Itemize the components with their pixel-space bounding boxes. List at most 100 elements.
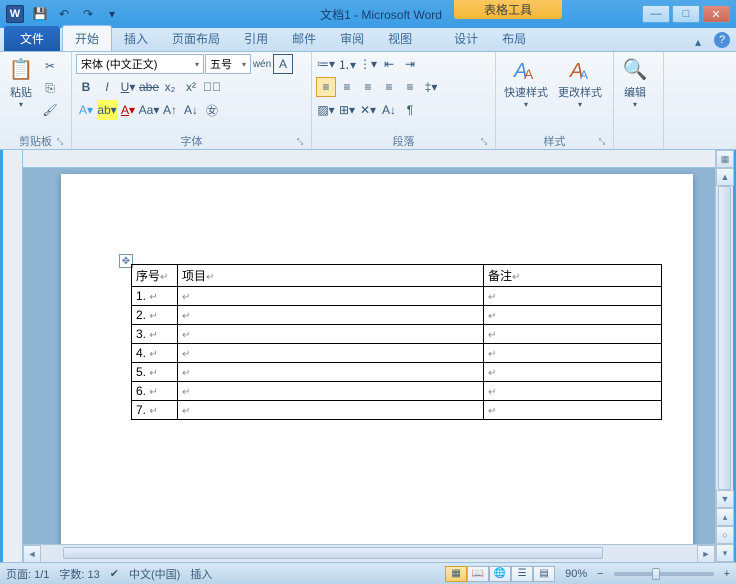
phonetic-guide-icon[interactable]: wén: [252, 54, 272, 74]
font-color-icon[interactable]: A▾: [118, 100, 138, 120]
change-styles-button[interactable]: AA 更改样式▾: [554, 54, 606, 111]
editing-group-label: [618, 133, 659, 149]
increase-indent-icon[interactable]: ⇥: [400, 54, 420, 74]
shrink-font-icon[interactable]: A↓: [181, 100, 201, 120]
redo-icon[interactable]: ↷: [78, 4, 98, 24]
status-wordcount[interactable]: 字数: 13: [59, 566, 99, 582]
undo-icon[interactable]: ↶: [54, 4, 74, 24]
scroll-up-icon[interactable]: ▲: [716, 168, 734, 186]
italic-button[interactable]: I: [97, 77, 117, 97]
multilevel-list-icon[interactable]: ⋮▾: [358, 54, 378, 74]
page[interactable]: ✥ 序号↵ 项目↵ 备注↵ 1. ↵↵↵ 2. ↵↵↵ 3. ↵↵↵ 4. ↵↵…: [61, 174, 693, 544]
change-case-icon[interactable]: Aa▾: [139, 100, 159, 120]
binoculars-icon: 🔍: [622, 56, 648, 82]
tab-references[interactable]: 引用: [232, 26, 280, 51]
clipboard-expand-icon[interactable]: ⤡: [55, 137, 65, 147]
text-effects-icon[interactable]: A▾: [76, 100, 96, 120]
draft-view-icon[interactable]: ▤: [533, 566, 555, 582]
scroll-thumb-v[interactable]: [718, 186, 731, 490]
bold-button[interactable]: B: [76, 77, 96, 97]
strikethrough-button[interactable]: abe: [139, 77, 159, 97]
status-language[interactable]: 中文(中国): [129, 566, 180, 582]
group-clipboard: 📋 粘贴 ▾ ✂ ⎘ 🖌 剪贴板⤡: [0, 52, 72, 149]
tab-design[interactable]: 设计: [442, 26, 490, 51]
sort-icon[interactable]: A↓: [379, 100, 399, 120]
font-name-combo[interactable]: 宋体 (中文正文)▾: [76, 54, 204, 74]
line-spacing-icon[interactable]: ‡▾: [421, 77, 441, 97]
styles-expand-icon[interactable]: ⤡: [597, 137, 607, 147]
clear-format-icon[interactable]: ءؔ: [202, 77, 222, 97]
align-right-icon[interactable]: ≡: [358, 77, 378, 97]
zoom-thumb[interactable]: [652, 568, 660, 580]
find-button[interactable]: 🔍 编辑▾: [618, 54, 652, 111]
decrease-indent-icon[interactable]: ⇤: [379, 54, 399, 74]
borders-icon[interactable]: ⊞▾: [337, 100, 357, 120]
underline-button[interactable]: U▾: [118, 77, 138, 97]
copy-icon[interactable]: ⎘: [40, 78, 60, 98]
zoom-out-icon[interactable]: −: [597, 568, 603, 580]
fullscreen-view-icon[interactable]: 📖: [467, 566, 489, 582]
horizontal-ruler[interactable]: [23, 150, 715, 168]
tab-page-layout[interactable]: 页面布局: [160, 26, 232, 51]
tab-insert[interactable]: 插入: [112, 26, 160, 51]
qat-dropdown-icon[interactable]: ▾: [102, 4, 122, 24]
tab-layout[interactable]: 布局: [490, 26, 538, 51]
ribbon-minimize-icon[interactable]: ▴: [688, 32, 708, 52]
tab-view[interactable]: 视图: [376, 26, 424, 51]
proofing-icon[interactable]: ✔: [110, 567, 119, 580]
web-layout-view-icon[interactable]: 🌐: [489, 566, 511, 582]
prev-page-icon[interactable]: ▴: [716, 508, 734, 526]
status-zoom[interactable]: 90%: [565, 568, 587, 580]
scroll-down-icon[interactable]: ▼: [716, 490, 734, 508]
font-expand-icon[interactable]: ⤡: [295, 137, 305, 147]
horizontal-scrollbar[interactable]: ◄ ►: [23, 544, 715, 562]
enclose-char-icon[interactable]: ㊛: [202, 100, 222, 120]
quick-styles-button[interactable]: AA 快速样式▾: [500, 54, 552, 111]
text-direction-icon[interactable]: ✕▾: [358, 100, 378, 120]
tab-home[interactable]: 开始: [62, 25, 112, 51]
status-mode[interactable]: 插入: [190, 566, 212, 582]
font-size-combo[interactable]: 五号▾: [205, 54, 251, 74]
numbering-icon[interactable]: ⒈▾: [337, 54, 357, 74]
tab-review[interactable]: 审阅: [328, 26, 376, 51]
show-marks-icon[interactable]: ¶: [400, 100, 420, 120]
grow-font-icon[interactable]: A↑: [160, 100, 180, 120]
table-row: 3. ↵↵↵: [132, 325, 662, 344]
status-page[interactable]: 页面: 1/1: [6, 566, 49, 582]
ruler-toggle-icon[interactable]: ▦: [716, 150, 734, 168]
superscript-button[interactable]: x²: [181, 77, 201, 97]
close-button[interactable]: ✕: [702, 5, 730, 23]
help-icon[interactable]: ?: [714, 32, 730, 48]
subscript-button[interactable]: x₂: [160, 77, 180, 97]
maximize-button[interactable]: □: [672, 5, 700, 23]
char-border-icon[interactable]: A: [273, 54, 293, 74]
bullets-icon[interactable]: ≔▾: [316, 54, 336, 74]
distributed-icon[interactable]: ≡: [400, 77, 420, 97]
zoom-slider[interactable]: [614, 572, 714, 576]
tab-mailings[interactable]: 邮件: [280, 26, 328, 51]
cut-icon[interactable]: ✂: [40, 56, 60, 76]
save-icon[interactable]: 💾: [30, 4, 50, 24]
document-table[interactable]: 序号↵ 项目↵ 备注↵ 1. ↵↵↵ 2. ↵↵↵ 3. ↵↵↵ 4. ↵↵↵ …: [131, 264, 662, 420]
align-center-icon[interactable]: ≡: [337, 77, 357, 97]
shading-icon[interactable]: ▨▾: [316, 100, 336, 120]
highlight-icon[interactable]: ab▾: [97, 100, 117, 120]
print-layout-view-icon[interactable]: ▦: [445, 566, 467, 582]
document-canvas[interactable]: ✥ 序号↵ 项目↵ 备注↵ 1. ↵↵↵ 2. ↵↵↵ 3. ↵↵↵ 4. ↵↵…: [23, 168, 715, 544]
vertical-ruler[interactable]: [3, 150, 23, 562]
align-left-icon[interactable]: ≡: [316, 77, 336, 97]
paragraph-expand-icon[interactable]: ⤡: [479, 137, 489, 147]
scroll-left-icon[interactable]: ◄: [23, 545, 41, 563]
scroll-right-icon[interactable]: ►: [697, 545, 715, 563]
zoom-in-icon[interactable]: +: [724, 568, 730, 580]
minimize-button[interactable]: ―: [642, 5, 670, 23]
paste-button[interactable]: 📋 粘贴 ▾: [4, 54, 38, 111]
scroll-thumb-h[interactable]: [63, 547, 603, 559]
vertical-scrollbar[interactable]: ▦ ▲ ▼ ▴ ○ ▾: [715, 150, 733, 562]
next-page-icon[interactable]: ▾: [716, 544, 734, 562]
outline-view-icon[interactable]: ☰: [511, 566, 533, 582]
browse-object-icon[interactable]: ○: [716, 526, 734, 544]
format-painter-icon[interactable]: 🖌: [40, 100, 60, 120]
justify-icon[interactable]: ≡: [379, 77, 399, 97]
file-tab[interactable]: 文件: [4, 26, 60, 51]
